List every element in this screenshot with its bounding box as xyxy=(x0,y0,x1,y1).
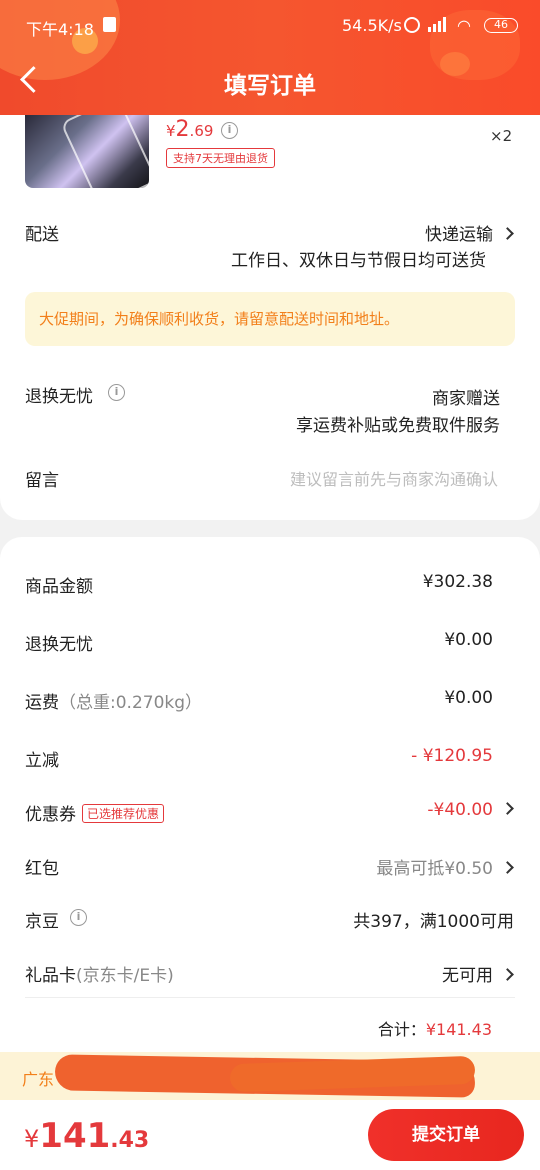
checkout-bar: ¥141.43 提交订单 xyxy=(0,1100,540,1170)
wifi-icon: ◠ xyxy=(457,16,471,35)
chevron-right-icon xyxy=(501,968,514,981)
giftcard-value-text: 无可用 xyxy=(442,966,493,986)
returns-note: 享运费补贴或免费取件服务 xyxy=(296,416,500,436)
delivery-method-text: 快递运输 xyxy=(425,225,493,245)
status-time: 下午4:18 xyxy=(26,20,94,39)
delivery-method[interactable]: 快递运输 xyxy=(425,220,514,245)
returns-label: 退换无忧 xyxy=(25,387,93,407)
chevron-right-icon xyxy=(501,861,514,874)
redpacket-value[interactable]: 最高可抵¥0.50 xyxy=(376,854,514,879)
price-symbol: ¥ xyxy=(24,1125,40,1153)
return-policy-badge: 支持7天无理由退货 xyxy=(166,148,275,168)
jd-bean-label: 京豆 xyxy=(25,912,59,932)
shipping-label-text: 运费 xyxy=(25,693,59,713)
signal-icon xyxy=(428,16,446,32)
discount-label: 立减 xyxy=(25,751,59,771)
remark-input[interactable]: 建议留言前先与商家沟通确认 xyxy=(290,466,498,490)
delivery-note: 工作日、双休日与节假日均可送货 xyxy=(231,251,486,271)
shipping-weight: （总重:0.270kg） xyxy=(59,693,203,713)
price-integer: 141 xyxy=(39,1116,111,1156)
page-title: 填写订单 xyxy=(224,73,316,99)
coupon-tag: 已选推荐优惠 xyxy=(82,804,165,823)
discount-value: - ¥120.95 xyxy=(411,746,493,766)
returns-fee-value: ¥0.00 xyxy=(444,630,493,650)
price-summary-card: 商品金额 ¥302.38 退换无忧 ¥0.00 运费（总重:0.270kg） ¥… xyxy=(0,537,540,1097)
battery-icon: 46 xyxy=(484,18,518,33)
header: 下午4:18 54.5K/s ◠ 46 填写订单 xyxy=(0,0,540,115)
delivery-label: 配送 xyxy=(25,225,59,245)
goods-amount-value: ¥302.38 xyxy=(422,572,493,592)
product-price: ¥2.69 xyxy=(166,117,213,142)
promo-notice: 大促期间，为确保顺利收货，请留意配送时间和地址。 xyxy=(25,292,515,346)
order-info-card: ¥2.69 i 支持7天无理由退货 ×2 配送 快递运输 工作日、双休日与节假日… xyxy=(0,115,540,520)
shipping-value: ¥0.00 xyxy=(444,688,493,708)
address-text: 广东 xyxy=(22,1070,55,1089)
price-decimal: .43 xyxy=(110,1128,150,1153)
remark-label: 留言 xyxy=(25,471,59,491)
price-symbol: ¥ xyxy=(166,122,176,140)
coupon-label: 优惠券 已选推荐优惠 xyxy=(25,800,165,825)
subtotal-label: 合计： xyxy=(377,1020,426,1039)
returns-fee-label: 退换无忧 xyxy=(25,635,93,655)
info-icon[interactable]: i xyxy=(70,909,87,926)
redpacket-label: 红包 xyxy=(25,859,59,879)
submit-order-button[interactable]: 提交订单 xyxy=(368,1109,524,1161)
status-bar: 下午4:18 54.5K/s ◠ 46 xyxy=(0,14,540,40)
price-integer: 2 xyxy=(175,117,190,142)
info-icon[interactable]: i xyxy=(108,384,125,401)
coupon-value[interactable]: -¥40.00 xyxy=(427,800,514,820)
divider xyxy=(25,997,515,998)
chevron-right-icon xyxy=(501,227,514,240)
subtotal-value: ¥141.43 xyxy=(425,1020,492,1039)
price-decimal: .69 xyxy=(189,122,214,140)
network-rate: 54.5K/s xyxy=(342,16,402,35)
total-price: ¥141.43 xyxy=(24,1116,149,1156)
coupon-value-text: -¥40.00 xyxy=(427,800,493,820)
shipping-label: 运费（总重:0.270kg） xyxy=(25,688,202,713)
jd-bean-value: 共397，满1000可用 xyxy=(353,912,514,932)
giftcard-sub: (京东卡/E卡) xyxy=(76,966,174,986)
alarm-icon xyxy=(404,17,420,33)
goods-amount-label: 商品金额 xyxy=(25,577,93,597)
subtotal: 合计：¥141.43 xyxy=(378,1016,492,1040)
giftcard-value[interactable]: 无可用 xyxy=(442,961,514,986)
shopping-bag-icon xyxy=(103,17,116,32)
coupon-label-text: 优惠券 xyxy=(25,805,76,825)
product-thumbnail[interactable] xyxy=(25,115,149,188)
info-icon[interactable]: i xyxy=(221,122,238,139)
giftcard-label-text: 礼品卡 xyxy=(25,966,76,986)
giftcard-label: 礼品卡(京东卡/E卡) xyxy=(25,961,174,986)
redpacket-value-text: 最高可抵¥0.50 xyxy=(376,859,493,879)
product-quantity: ×2 xyxy=(490,127,513,145)
returns-value: 商家赠送 xyxy=(432,389,500,409)
chevron-right-icon xyxy=(501,802,514,815)
